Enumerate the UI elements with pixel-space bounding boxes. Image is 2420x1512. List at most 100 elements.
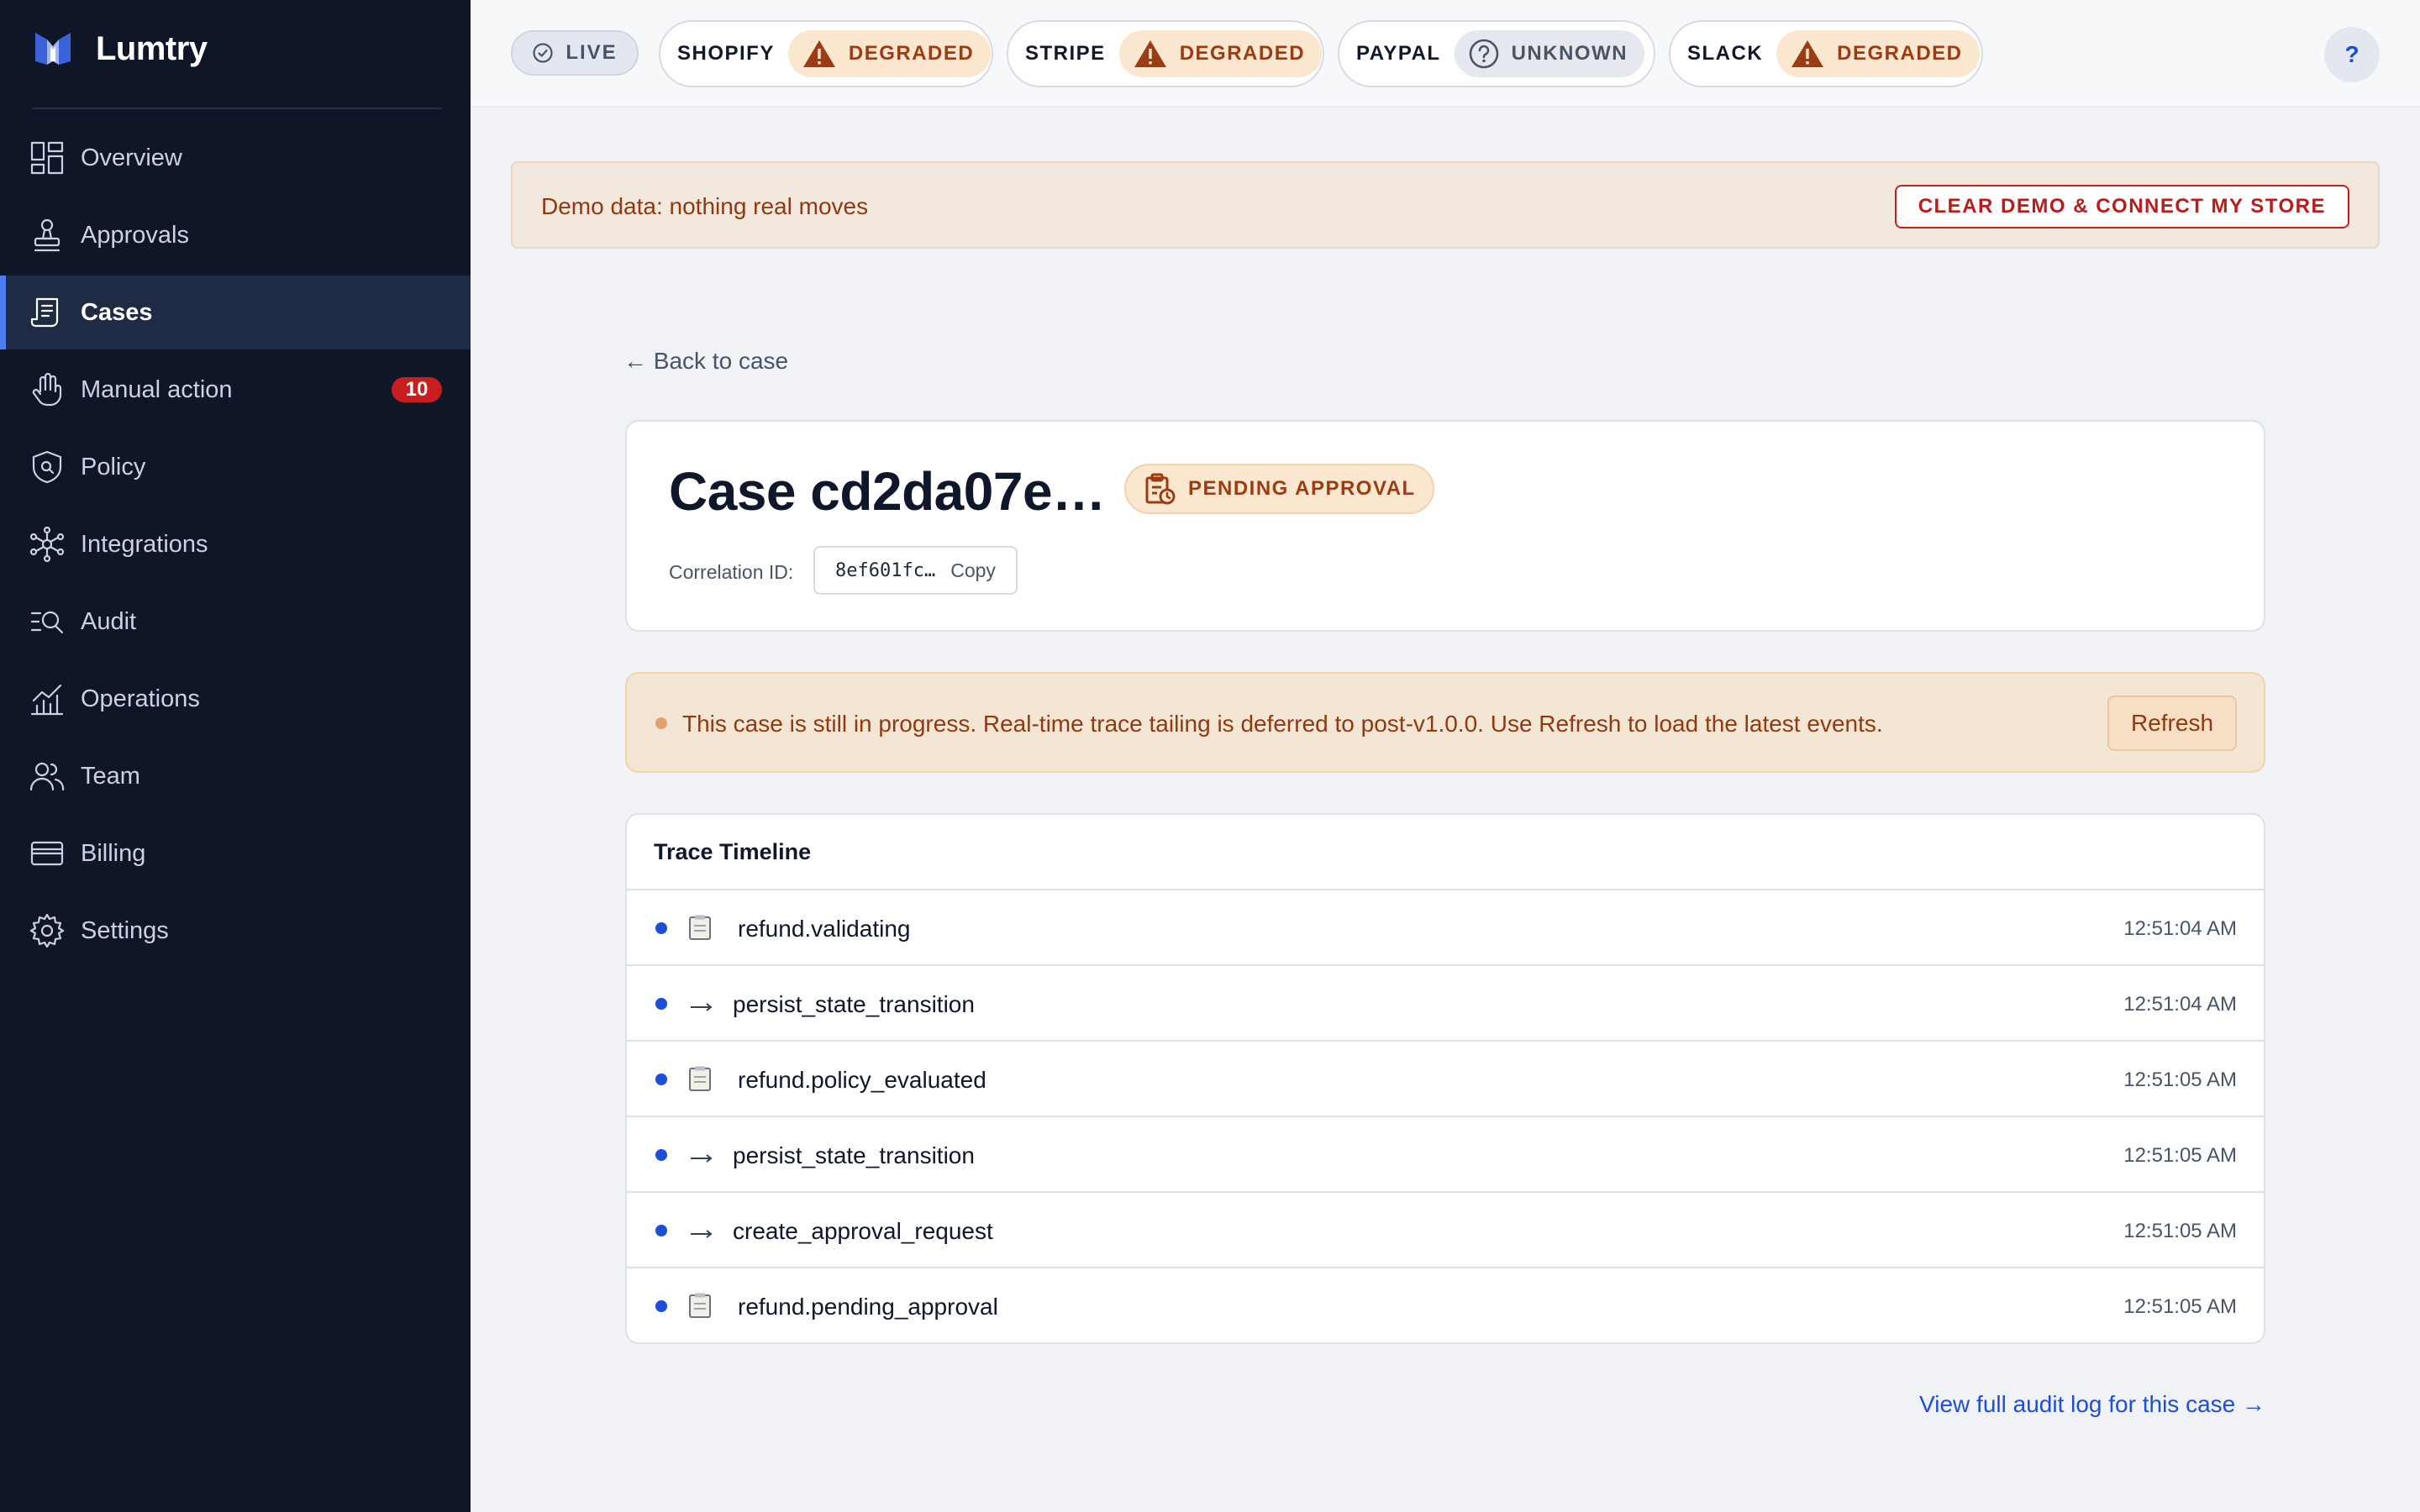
integration-pill-paypal[interactable]: PAYPAL UNKNOWN bbox=[1338, 20, 1655, 87]
event-dot bbox=[655, 922, 667, 934]
shield-icon bbox=[29, 449, 66, 486]
sidebar-divider bbox=[32, 108, 442, 109]
sidebar-item-billing[interactable]: Billing bbox=[0, 816, 471, 890]
progress-dot bbox=[655, 717, 667, 729]
sidebar-item-operations[interactable]: Operations bbox=[0, 662, 471, 736]
sidebar-item-integrations[interactable]: Integrations bbox=[0, 507, 471, 581]
overview-icon bbox=[29, 139, 66, 176]
live-status-pill[interactable]: LIVE bbox=[511, 30, 639, 76]
warning-icon bbox=[802, 40, 835, 67]
correlation-id-box[interactable]: 8ef601fc… Copy bbox=[813, 546, 1018, 595]
gear-icon bbox=[29, 912, 66, 949]
integration-pill-stripe[interactable]: STRIPE DEGRADED bbox=[1007, 20, 1324, 87]
timeline-row[interactable]: refund.validating 12:51:04 AM bbox=[627, 890, 2264, 966]
topbar: LIVE SHOPIFY DEGRADED STRIPE DEGRADED PA… bbox=[471, 0, 2420, 108]
sidebar-item-label: Manual action bbox=[81, 375, 233, 403]
sidebar-item-label: Approvals bbox=[81, 221, 189, 249]
event-time: 12:51:05 AM bbox=[2123, 1068, 2237, 1091]
integration-name: SHOPIFY bbox=[677, 42, 775, 65]
timeline-row[interactable]: create_approval_request 12:51:05 AM bbox=[627, 1193, 2264, 1268]
event-dot bbox=[655, 1149, 667, 1161]
copy-correlation-id-button[interactable]: Copy bbox=[950, 559, 996, 582]
sidebar-item-label: Overview bbox=[81, 144, 182, 171]
warning-icon bbox=[1791, 40, 1824, 67]
integration-pill-shopify[interactable]: SHOPIFY DEGRADED bbox=[659, 20, 993, 87]
sidebar-item-label: Audit bbox=[81, 607, 137, 635]
audit-search-icon bbox=[29, 603, 66, 640]
sidebar-item-audit[interactable]: Audit bbox=[0, 585, 471, 659]
integration-status-badge: DEGRADED bbox=[1776, 30, 1980, 77]
in-progress-text: This case is still in progress. Real-tim… bbox=[682, 711, 1883, 737]
arrow-right-icon bbox=[689, 1218, 718, 1247]
lumtry-logo-icon bbox=[35, 33, 71, 65]
timeline-row[interactable]: persist_state_transition 12:51:04 AM bbox=[627, 966, 2264, 1042]
integration-status-badge: DEGRADED bbox=[787, 30, 992, 77]
stamp-icon bbox=[29, 217, 66, 254]
event-label: persist_state_transition bbox=[733, 1142, 975, 1168]
event-label: create_approval_request bbox=[733, 1218, 993, 1244]
clipboard-clock-icon bbox=[1145, 473, 1176, 505]
event-label: refund.policy_evaluated bbox=[738, 1067, 986, 1093]
sidebar-item-overview[interactable]: Overview bbox=[0, 121, 471, 195]
case-status-label: PENDING APPROVAL bbox=[1188, 477, 1416, 500]
check-circle-icon bbox=[533, 43, 553, 63]
event-dot bbox=[655, 998, 667, 1010]
sidebar-nav: Overview Approvals Cases Manual action 1… bbox=[0, 121, 471, 971]
case-status-badge: PENDING APPROVAL bbox=[1124, 464, 1434, 514]
sidebar-item-label: Settings bbox=[81, 916, 169, 944]
correlation-id-label: Correlation ID: bbox=[669, 561, 794, 583]
event-label: refund.pending_approval bbox=[738, 1294, 998, 1320]
timeline-row[interactable]: refund.pending_approval 12:51:05 AM bbox=[627, 1268, 2264, 1342]
integration-name: SLACK bbox=[1687, 42, 1764, 65]
view-full-audit-log-link[interactable]: View full audit log for this case → bbox=[1919, 1391, 2265, 1418]
sidebar-item-label: Team bbox=[81, 762, 140, 790]
clear-demo-connect-store-button[interactable]: CLEAR DEMO & CONNECT MY STORE bbox=[1894, 185, 2349, 228]
sidebar-item-manual-action[interactable]: Manual action 10 bbox=[0, 353, 471, 427]
sidebar-item-cases[interactable]: Cases bbox=[0, 276, 471, 349]
event-label: persist_state_transition bbox=[733, 991, 975, 1017]
demo-data-banner: Demo data: nothing real moves CLEAR DEMO… bbox=[511, 161, 2380, 249]
event-time: 12:51:04 AM bbox=[2123, 993, 2237, 1016]
event-time: 12:51:05 AM bbox=[2123, 1144, 2237, 1167]
brand[interactable]: Lumtry bbox=[32, 25, 208, 72]
team-icon bbox=[29, 758, 66, 795]
integration-pill-slack[interactable]: SLACK DEGRADED bbox=[1669, 20, 1983, 87]
event-time: 12:51:05 AM bbox=[2123, 1295, 2237, 1318]
back-to-case-link[interactable]: ← Back to case bbox=[623, 348, 788, 375]
sidebar-item-label: Operations bbox=[81, 685, 200, 712]
event-time: 12:51:04 AM bbox=[2123, 917, 2237, 940]
integration-status-badge: DEGRADED bbox=[1118, 30, 1323, 77]
sidebar-item-approvals[interactable]: Approvals bbox=[0, 198, 471, 272]
refresh-button[interactable]: Refresh bbox=[2107, 696, 2237, 751]
trace-timeline: Trace Timeline refund.validating 12:51:0… bbox=[625, 813, 2265, 1344]
trace-timeline-title: Trace Timeline bbox=[627, 815, 2264, 890]
sidebar-item-label: Cases bbox=[81, 298, 153, 326]
timeline-row[interactable]: persist_state_transition 12:51:05 AM bbox=[627, 1117, 2264, 1193]
brand-name: Lumtry bbox=[96, 29, 208, 67]
event-dot bbox=[655, 1225, 667, 1236]
timeline-row[interactable]: refund.policy_evaluated 12:51:05 AM bbox=[627, 1042, 2264, 1117]
case-header-card: Case cd2da07e… PENDING APPROVAL Correlat… bbox=[625, 420, 2265, 632]
sidebar-item-label: Integrations bbox=[81, 530, 208, 558]
sidebar-item-team[interactable]: Team bbox=[0, 739, 471, 813]
sidebar-item-settings[interactable]: Settings bbox=[0, 894, 471, 968]
integration-status-label: UNKNOWN bbox=[1511, 42, 1628, 65]
integration-status-label: DEGRADED bbox=[848, 42, 975, 65]
integration-status-label: DEGRADED bbox=[1179, 42, 1306, 65]
sidebar-item-policy[interactable]: Policy bbox=[0, 430, 471, 504]
case-title: Case cd2da07e… bbox=[669, 461, 1106, 522]
warning-icon bbox=[1134, 40, 1166, 67]
manual-action-count-badge: 10 bbox=[392, 377, 442, 402]
help-button[interactable]: ? bbox=[2324, 27, 2380, 82]
event-dot bbox=[655, 1300, 667, 1312]
event-time: 12:51:05 AM bbox=[2123, 1220, 2237, 1242]
integration-status-label: DEGRADED bbox=[1837, 42, 1963, 65]
demo-banner-text: Demo data: nothing real moves bbox=[541, 193, 869, 219]
event-label: refund.validating bbox=[738, 916, 911, 942]
arrow-right-icon bbox=[689, 1142, 718, 1171]
sidebar-item-label: Billing bbox=[81, 839, 146, 867]
chart-icon bbox=[29, 680, 66, 717]
sidebar: Lumtry Overview Approvals Cases Manual a… bbox=[0, 0, 471, 1512]
sidebar-item-label: Policy bbox=[81, 453, 146, 480]
in-progress-banner: This case is still in progress. Real-tim… bbox=[625, 672, 2265, 773]
